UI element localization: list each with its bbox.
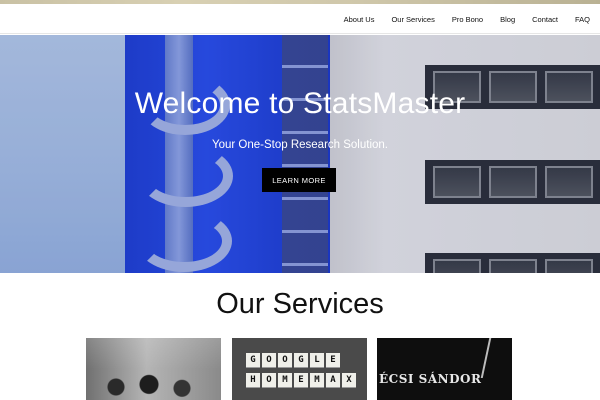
service-card-meeting[interactable] [86, 338, 221, 400]
letter-tile: X [342, 373, 356, 387]
nav-link-blog[interactable]: Blog [494, 15, 521, 24]
letter-tile: E [294, 373, 308, 387]
service-card-tiles[interactable]: G O O G L E H O M E M A X [232, 338, 367, 400]
letter-tile: G [294, 353, 308, 367]
nav-link-about-us[interactable]: About Us [338, 15, 381, 24]
service-card-sign[interactable]: ÉCSI SÁNDOR [377, 338, 512, 400]
hero-banner: Welcome to StatsMaster Your One-Stop Res… [0, 35, 600, 273]
letter-tile: O [262, 373, 276, 387]
nav-link-contact[interactable]: Contact [526, 15, 564, 24]
letter-tile: G [246, 353, 260, 367]
letter-tile: A [326, 373, 340, 387]
nav-link-our-services[interactable]: Our Services [385, 15, 440, 24]
street-sign-text: ÉCSI SÁNDOR [379, 372, 482, 386]
letter-tile: O [262, 353, 276, 367]
letter-tile: M [310, 373, 324, 387]
navbar: About Us Our Services Pro Bono Blog Cont… [0, 4, 600, 34]
hero-title: Welcome to StatsMaster [134, 87, 466, 120]
services-heading: Our Services [216, 288, 384, 320]
letter-tile: H [246, 373, 260, 387]
nav-link-pro-bono[interactable]: Pro Bono [446, 15, 489, 24]
nav-link-faq[interactable]: FAQ [569, 15, 596, 24]
letter-tile: O [278, 353, 292, 367]
tiles-row-top: G O O G L E [246, 353, 340, 367]
nav-links: About Us Our Services Pro Bono Blog Cont… [338, 4, 596, 34]
letter-tile: L [310, 353, 324, 367]
hero-subtitle: Your One-Stop Research Solution. [211, 139, 388, 151]
letter-tile: E [326, 353, 340, 367]
learn-more-button[interactable]: LEARN MORE [262, 168, 336, 192]
letter-tile: M [278, 373, 292, 387]
hero-overlay [0, 35, 600, 273]
tiles-row-bottom: H O M E M A X [246, 373, 356, 387]
meeting-people-image [94, 374, 204, 400]
